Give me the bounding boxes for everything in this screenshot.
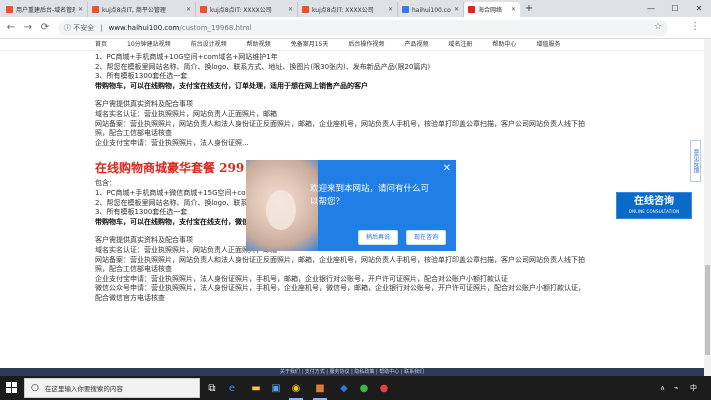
browser-tab[interactable]: kuj点8点IT: XXXX公司 ✕ — [196, 2, 298, 17]
content-line: 企业支付宝申请：营业执照照片，法人身份证照... — [95, 138, 249, 147]
site-nav-item[interactable]: 免备案月15天 — [291, 39, 329, 50]
content-line: 企业支付宝申请：营业执照照片，法人身份证照片，手机号，邮箱，企业银行对公账号，开… — [95, 274, 508, 283]
popup-message: 欢迎来到本网站，请问有什么可 以帮您？ — [310, 183, 450, 209]
close-icon[interactable]: ✕ — [443, 163, 451, 174]
site-nav-item[interactable]: 产品视频 — [404, 39, 428, 50]
site-nav-item[interactable]: 域名注册 — [448, 39, 472, 50]
content-line: 微信公众号申请：营业执照照片，法人身份证照片，手机号，企业座机号，微信号，邮箱，… — [95, 284, 585, 293]
online-consult-widget[interactable]: 在线咨询 ONLINE CONSULTATION — [616, 192, 692, 219]
edge-icon[interactable]: e — [224, 380, 240, 396]
bookmark-star-icon[interactable]: ☆ — [654, 22, 662, 32]
consult-now-button[interactable]: 现在咨询 — [406, 230, 446, 245]
back-button[interactable]: ← — [5, 22, 17, 34]
tab-title: kuj点8点IT: XXXX公司 — [210, 7, 272, 14]
consult-title: 在线咨询 — [634, 196, 674, 207]
close-tab-icon[interactable]: ✕ — [78, 6, 83, 13]
close-tab-icon[interactable]: ✕ — [288, 6, 293, 13]
scrollbar-thumb[interactable] — [705, 265, 710, 355]
address-bar[interactable]: ⓘ 不安全 | www.haihui100.com /custom_19968.… — [58, 20, 668, 36]
browser-menu-icon[interactable]: ⋮ — [690, 21, 700, 32]
app-red-icon[interactable]: ● — [376, 380, 392, 396]
content-line: 网站备案：营业执照照片，网站负责人和法人身份证正反面照片，邮箱，企业座机号，网站… — [95, 255, 585, 264]
site-nav: 首页 10分钟建站视频 前台设计视频 帮助视频 免备案月15天 后台操作视频 产… — [0, 39, 704, 51]
close-tab-icon[interactable]: ✕ — [388, 6, 393, 13]
content-line-bold: 带购物车，可以在线购物，支付宝在线支付，订单处理，适用于想在网上销售产品的客户 — [95, 81, 368, 90]
store-icon[interactable]: ▣ — [268, 380, 284, 396]
site-nav-item[interactable]: 后台操作视频 — [348, 39, 384, 50]
app-green-icon[interactable]: ● — [356, 380, 372, 396]
browser-tab[interactable]: kuj点8点IT, 商平公管理 ✕ — [88, 2, 196, 17]
app-blue-icon[interactable]: ◆ — [336, 380, 352, 396]
close-tab-icon[interactable]: ✕ — [454, 6, 459, 13]
browser-tab-strip: 用户重建后台-域名管理 ✕ kuj点8点IT, 商平公管理 ✕ kuj点8点IT… — [0, 0, 711, 17]
content-line: 3、所有模板1300套任选一套 — [95, 72, 188, 81]
favicon-icon — [402, 6, 409, 13]
site-nav-item[interactable]: 帮助中心 — [492, 39, 516, 50]
not-secure-indicator[interactable]: ⓘ 不安全 — [64, 23, 94, 33]
minimize-button[interactable]: — — [640, 0, 662, 17]
vertical-scrollbar[interactable] — [704, 39, 711, 376]
later-button[interactable]: 稍后再说 — [358, 230, 398, 245]
site-nav-item[interactable]: 10分钟建站视频 — [127, 39, 171, 50]
site-nav-item[interactable]: 增值服务 — [536, 39, 560, 50]
tab-title: 海合网络 — [478, 7, 503, 14]
browser-toolbar: ← → ⟳ ⓘ 不安全 | www.haihui100.com /custom_… — [0, 17, 711, 39]
site-nav-item[interactable]: 帮助视频 — [247, 39, 271, 50]
tray-up-arrow-icon[interactable]: ∧ — [660, 376, 665, 400]
site-footer: 关于我们 | 支付方式 | 服务协议 | 隐私政策 | 帮助中心 | 联系我们 — [0, 368, 704, 376]
new-tab-button[interactable]: + — [523, 3, 535, 15]
app-orange-icon[interactable]: ■ — [312, 380, 328, 400]
ime-indicator[interactable]: 中 — [690, 376, 697, 400]
popup-message-line: 以帮您？ — [310, 197, 345, 207]
favicon-icon — [92, 6, 99, 13]
address-host: www.haihui100.com — [108, 24, 180, 32]
chrome-icon[interactable]: ◉ — [288, 380, 304, 400]
reload-button[interactable]: ⟳ — [39, 22, 51, 34]
content-line: 照，配合工信部电话核查 — [95, 129, 172, 138]
tab-title: haihui100.com_百度搜索 — [412, 7, 451, 14]
tab-title: kuj点8点IT, 商平公管理 — [102, 7, 166, 14]
maximize-button[interactable]: ☐ — [664, 0, 686, 17]
windows-taskbar: ○ 在这里输入你要搜索的内容 ⧉ e ◉ ▬ ■ ▣ ◆ ● ● ∧ ⌁ 中 — [0, 376, 711, 400]
windows-start-icon[interactable] — [6, 382, 18, 394]
favicon-icon — [6, 6, 13, 13]
address-separator: | — [100, 24, 103, 32]
network-icon[interactable]: ⌁ — [674, 376, 678, 400]
favicon-icon — [468, 6, 475, 13]
favicon-icon — [200, 6, 207, 13]
taskbar-search-placeholder: 在这里输入你要搜索的内容 — [44, 385, 123, 393]
popup-message-line: 欢迎来到本网站，请问有什么可 — [310, 184, 430, 194]
content-line: 2、帮您在模板里网站名称、简介、换logo、联系方式、地址、换图片(限30张内)… — [95, 62, 431, 71]
chat-invite-popup: 欢迎来到本网站，请问有什么可 以帮您？ ✕ 稍后再说 现在咨询 — [246, 160, 456, 251]
browser-tab[interactable]: haihui100.com_百度搜索 ✕ — [398, 2, 464, 17]
content-line: 域名实名认证：营业执照照片，网站负责人正面照片，邮箱 — [95, 109, 277, 118]
search-icon: ○ — [31, 383, 39, 393]
close-tab-icon[interactable]: ✕ — [511, 6, 516, 13]
file-explorer-icon[interactable]: ▬ — [248, 380, 264, 396]
forward-button[interactable]: → — [22, 22, 34, 34]
agent-photo — [246, 160, 318, 251]
close-window-button[interactable]: ✕ — [688, 0, 710, 17]
content-line: 网站备案：营业执照照片，网站负责人和法人身份证正反面照片，邮箱，企业座机号，网站… — [95, 119, 585, 128]
browser-tab-active[interactable]: 海合网络 ✕ — [464, 2, 520, 17]
address-path: /custom_19968.html — [179, 24, 252, 32]
browser-tab[interactable]: kuj点8点IT: XXXX公司 ✕ — [298, 2, 398, 17]
feedback-side-tab[interactable]: 意见反馈 — [690, 140, 701, 182]
tab-title: kuj点8点IT: XXXX公司 — [312, 7, 374, 14]
content-line: 照，配合工信部电话核查 — [95, 265, 172, 274]
task-view-icon[interactable]: ⧉ — [204, 380, 220, 396]
tab-title: 用户重建后台-域名管理 — [16, 7, 75, 14]
close-tab-icon[interactable]: ✕ — [186, 6, 191, 13]
consult-subtitle: ONLINE CONSULTATION — [628, 209, 680, 214]
site-nav-item[interactable]: 前台设计视频 — [191, 39, 227, 50]
site-nav-item[interactable]: 首页 — [95, 39, 107, 50]
content-line: 客户需提供真实资料及配合事项 — [95, 100, 193, 109]
taskbar-search-box[interactable]: ○ 在这里输入你要搜索的内容 — [24, 378, 200, 398]
browser-tab[interactable]: 用户重建后台-域名管理 ✕ — [2, 2, 88, 17]
content-line: 1、PC商城+手机商城+10G空间+com域名+网站维护1年 — [95, 53, 278, 61]
favicon-icon — [302, 6, 309, 13]
content-line: 配合微信官方电话核查 — [95, 293, 165, 302]
